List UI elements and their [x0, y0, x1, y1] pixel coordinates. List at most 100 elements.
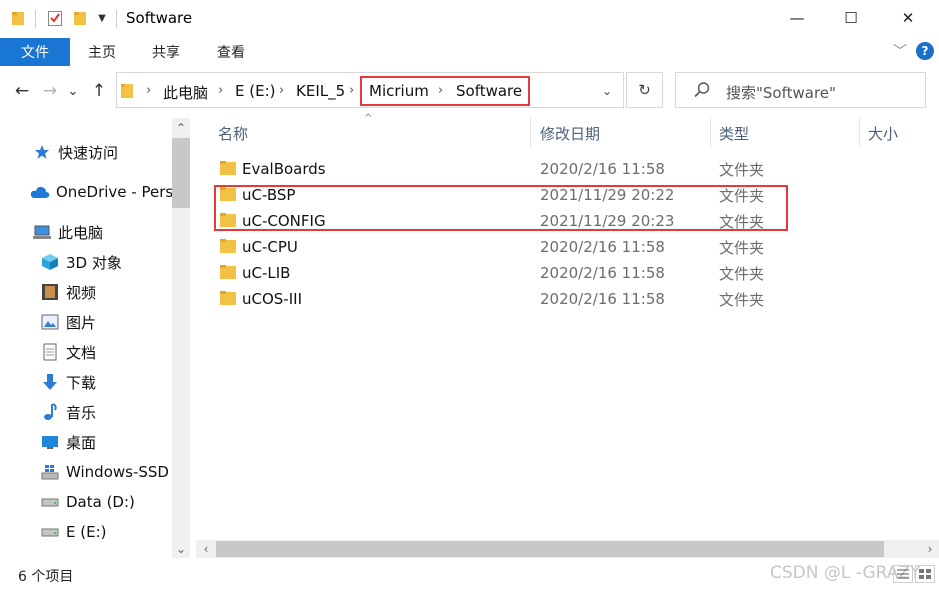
file-modified: 2020/2/16 11:58 [540, 160, 665, 178]
nav-label: 3D 对象 [66, 253, 122, 272]
crumb-separator: › [146, 83, 152, 98]
file-type: 文件夹 [719, 290, 765, 309]
file-name: uC-LIB [242, 264, 291, 282]
column-header-size[interactable]: 大小 [868, 116, 898, 150]
crumb-keil5[interactable]: KEIL_5 [296, 82, 345, 100]
folder-icon [220, 239, 236, 253]
table-row[interactable]: uC-CPU 2020/2/16 11:58 文件夹 [200, 234, 920, 260]
download-icon [40, 373, 60, 391]
crumb-separator: › [218, 83, 224, 98]
file-type: 文件夹 [719, 160, 765, 179]
close-button[interactable]: ✕ [885, 0, 931, 36]
computer-icon [32, 223, 52, 241]
nav-label: E (E:) [66, 523, 107, 541]
up-button[interactable]: ↑ [87, 78, 111, 104]
scroll-up-icon[interactable]: ⌃ [172, 119, 190, 137]
ribbon-bar [0, 38, 939, 66]
nav-label: 桌面 [66, 433, 97, 452]
table-row[interactable]: uCOS-III 2020/2/16 11:58 文件夹 [200, 286, 920, 312]
column-header-type[interactable]: 类型 [719, 116, 749, 150]
drive-icon [40, 523, 60, 541]
nav-label: 图片 [66, 313, 97, 332]
tab-home[interactable]: 主页 [88, 38, 116, 66]
crumb-separator: › [349, 83, 355, 98]
crumb-micrium[interactable]: Micrium [369, 82, 429, 100]
nav-label: Data (D:) [66, 493, 135, 511]
file-name: EvalBoards [242, 160, 326, 178]
nav-label: 快速访问 [58, 143, 119, 162]
crumb-separator: › [279, 83, 285, 98]
back-button[interactable]: ← [10, 78, 34, 104]
column-header-name[interactable]: 名称 [218, 116, 248, 150]
nav-label: Windows-SSD [66, 463, 169, 481]
content-scroll-thumb[interactable] [216, 541, 884, 557]
star-icon [32, 143, 52, 161]
properties-icon[interactable] [46, 8, 64, 28]
crumb-software[interactable]: Software [456, 82, 522, 100]
maximize-button[interactable]: ☐ [828, 0, 874, 36]
column-divider[interactable] [530, 118, 531, 148]
folder-icon [220, 291, 236, 305]
table-row[interactable]: uC-LIB 2020/2/16 11:58 文件夹 [200, 260, 920, 286]
sort-indicator-icon: ^ [364, 113, 373, 124]
address-folder-icon [121, 83, 133, 102]
item-count: 6 个项目 [18, 569, 74, 585]
ribbon-collapse-icon[interactable]: ﹀ [891, 40, 909, 62]
film-icon [40, 283, 60, 301]
title-divider [116, 10, 117, 28]
search-icon [693, 81, 711, 99]
file-name: uCOS-III [242, 290, 302, 308]
folder-icon [220, 265, 236, 279]
scroll-down-icon[interactable]: ⌄ [172, 540, 190, 558]
recent-locations-button[interactable]: ⌄ [64, 78, 82, 104]
customize-toolbar-icon[interactable]: ▼ [95, 8, 109, 28]
details-view-icon[interactable] [893, 565, 913, 583]
refresh-button[interactable]: ↻ [626, 72, 663, 108]
minimize-button[interactable]: — [774, 0, 820, 36]
file-type: 文件夹 [719, 238, 765, 257]
new-folder-icon[interactable] [72, 8, 88, 28]
nav-label: 此电脑 [58, 223, 104, 242]
folder-icon [10, 8, 26, 28]
folder-icon [220, 161, 236, 175]
nav-label: 下载 [66, 373, 97, 392]
crumb-separator: › [438, 83, 444, 98]
nav-label: 音乐 [66, 403, 97, 422]
document-icon [40, 343, 60, 361]
file-modified: 2020/2/16 11:58 [540, 238, 665, 256]
large-icons-view-icon[interactable] [915, 565, 935, 583]
desktop-icon [40, 433, 60, 451]
file-explorer-window: ▼ Software — ☐ ✕ 文件 主页 共享 查看 ﹀ ? ← → ⌄ ↑… [0, 0, 939, 590]
cube-icon [40, 253, 60, 271]
column-header-modified[interactable]: 修改日期 [540, 116, 600, 150]
quick-access-divider [35, 10, 36, 28]
crumb-this-pc[interactable]: 此电脑 [163, 82, 208, 103]
windows-drive-icon [40, 463, 60, 481]
search-input[interactable]: 搜索"Software" [726, 82, 836, 103]
nav-pane-scroll-thumb[interactable] [172, 138, 190, 208]
nav-label: 视频 [66, 283, 97, 302]
file-name: uC-CPU [242, 238, 298, 256]
column-divider[interactable] [859, 118, 860, 148]
nav-label: 文档 [66, 343, 97, 362]
help-icon[interactable]: ? [916, 42, 934, 60]
file-type: 文件夹 [719, 264, 765, 283]
cloud-icon [30, 183, 50, 201]
forward-button[interactable]: → [38, 78, 62, 104]
tab-share[interactable]: 共享 [152, 38, 180, 66]
scroll-right-icon[interactable]: › [921, 540, 939, 558]
drive-icon [40, 493, 60, 511]
picture-icon [40, 313, 60, 331]
tab-file[interactable]: 文件 [0, 38, 70, 66]
tab-view[interactable]: 查看 [217, 38, 245, 66]
file-modified: 2020/2/16 11:58 [540, 264, 665, 282]
file-modified: 2020/2/16 11:58 [540, 290, 665, 308]
address-dropdown-icon[interactable]: ⌄ [596, 81, 618, 101]
scroll-left-icon[interactable]: ‹ [197, 540, 215, 558]
column-divider[interactable] [710, 118, 711, 148]
crumb-drive-e[interactable]: E (E:) [235, 82, 275, 100]
highlight-box-folders [214, 185, 788, 231]
table-row[interactable]: EvalBoards 2020/2/16 11:58 文件夹 [200, 156, 920, 182]
window-title: Software [126, 9, 193, 27]
nav-label: OneDrive - Pers [56, 183, 174, 201]
